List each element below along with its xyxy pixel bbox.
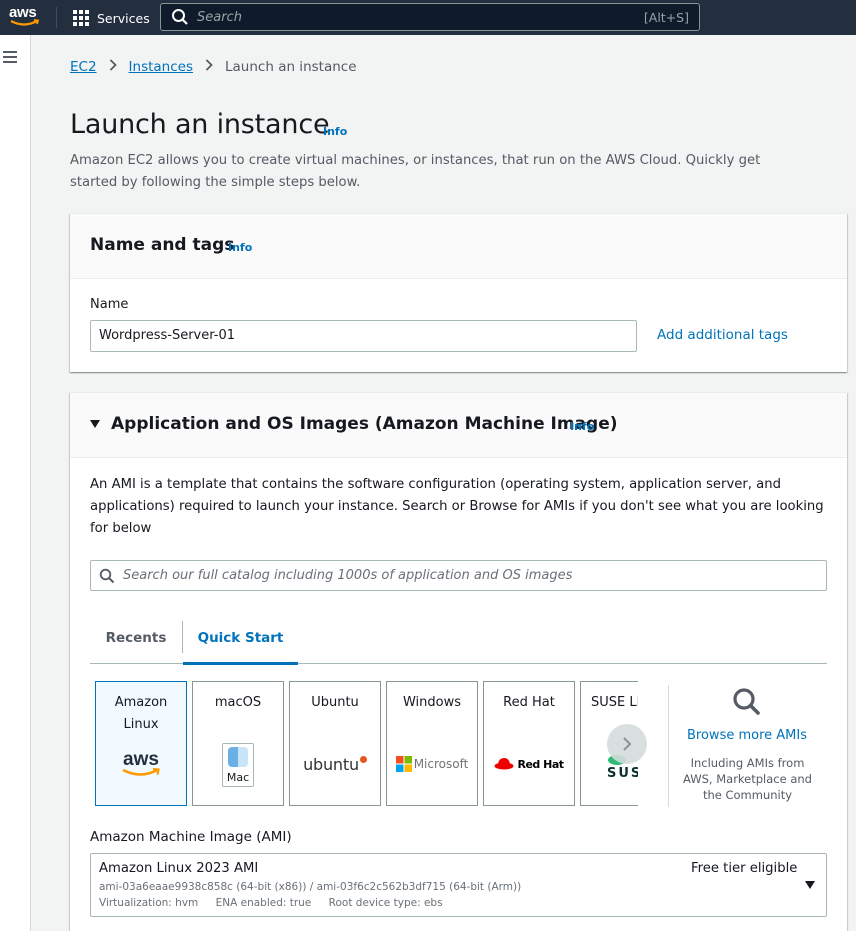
- tile-name: SUSE Li: [591, 695, 638, 710]
- tile-name: macOS: [214, 695, 262, 710]
- ami-root-device: Root device type: ebs: [328, 897, 443, 909]
- breadcrumb-current: Launch an instance: [225, 59, 357, 75]
- redhat-logo-icon: Red Hat: [484, 744, 574, 784]
- chevron-right-icon: [623, 737, 632, 751]
- chevron-right-icon: [205, 59, 213, 75]
- ami-panel: Application and OS Images (Amazon Machin…: [70, 392, 847, 931]
- microsoft-logo-icon: Microsoft: [387, 744, 477, 784]
- name-and-tags-info-link[interactable]: Info: [228, 241, 252, 254]
- caret-down-icon[interactable]: [90, 420, 100, 428]
- search-shortcut: [Alt+S]: [643, 9, 689, 25]
- chevron-right-icon: [109, 59, 117, 75]
- search-placeholder: Search: [197, 9, 242, 25]
- breadcrumb-instances[interactable]: Instances: [129, 59, 193, 75]
- suse-logo-text: SUS: [607, 766, 638, 781]
- menu-icon[interactable]: [3, 51, 17, 63]
- grid-icon: [73, 10, 89, 26]
- aws-logo-icon: aws: [96, 744, 186, 784]
- tile-name: Amazon Linux: [114, 695, 168, 732]
- name-label: Name: [90, 297, 129, 312]
- ami-tabs: Recents Quick Start: [90, 619, 827, 665]
- ami-virtualization: Virtualization: hvm: [99, 897, 199, 909]
- top-navigation: aws Services Search [Alt+S]: [0, 0, 856, 35]
- ami-panel-title: Application and OS Images (Amazon Machin…: [111, 414, 618, 434]
- ami-tile-ubuntu[interactable]: Ubuntu ubuntu: [289, 681, 381, 806]
- breadcrumb-ec2[interactable]: EC2: [70, 59, 97, 75]
- tab-recents[interactable]: Recents: [90, 619, 182, 664]
- selected-ami-ids: ami-03a6eaae9938c858c (64-bit (x86)) / a…: [99, 881, 522, 893]
- services-menu-button[interactable]: Services: [73, 8, 150, 28]
- browse-divider: [668, 685, 669, 807]
- tab-quick-start[interactable]: Quick Start: [183, 619, 298, 665]
- name-and-tags-header: Name and tags Info: [70, 214, 847, 279]
- aws-smile-icon: [10, 19, 40, 26]
- breadcrumb: EC2 Instances Launch an instance: [70, 59, 357, 75]
- selected-ami-name: Amazon Linux 2023 AMI: [99, 861, 259, 876]
- name-input[interactable]: Wordpress-Server-01: [90, 320, 637, 352]
- search-icon: [172, 9, 188, 25]
- tile-name: Ubuntu: [311, 695, 359, 710]
- search-icon: [99, 568, 115, 583]
- search-icon: [733, 688, 760, 715]
- selected-ami-meta: Virtualization: hvm ENA enabled: true Ro…: [99, 897, 457, 909]
- ami-tile-windows[interactable]: Windows Microsoft: [386, 681, 478, 806]
- ami-tile-amazon-linux[interactable]: Amazon Linux aws: [95, 681, 187, 806]
- page-title: Launch an instance: [70, 109, 330, 140]
- ubuntu-logo-text: ubuntu: [303, 754, 359, 774]
- free-tier-badge: Free tier eligible: [691, 861, 798, 876]
- ami-search-input[interactable]: Search our full catalog including 1000s …: [90, 560, 827, 591]
- carousel-next-button[interactable]: [607, 724, 647, 764]
- ami-tile-carousel: Amazon Linux aws macOS Mac Ubuntu ubuntu…: [95, 681, 638, 806]
- mac-logo-icon: Mac: [193, 743, 283, 787]
- tile-name: Windows: [402, 695, 462, 710]
- side-navigation-rail: [0, 35, 31, 931]
- mac-logo-text: Mac: [226, 771, 250, 784]
- redhat-logo-text: Red Hat: [517, 757, 564, 771]
- browse-more-amis-link[interactable]: Browse more AMIs: [667, 728, 827, 743]
- global-search-input[interactable]: Search [Alt+S]: [160, 3, 700, 31]
- ami-tile-macos[interactable]: macOS Mac: [192, 681, 284, 806]
- page-info-link[interactable]: Info: [323, 125, 347, 138]
- ubuntu-logo-icon: ubuntu: [290, 744, 380, 784]
- aws-logo[interactable]: aws: [9, 4, 41, 30]
- services-label: Services: [97, 10, 150, 26]
- add-additional-tags-link[interactable]: Add additional tags: [657, 327, 788, 343]
- ami-description: An AMI is a template that contains the s…: [90, 477, 824, 536]
- name-and-tags-panel: Name and tags Info Name Wordpress-Server…: [70, 213, 847, 372]
- ami-search-placeholder: Search our full catalog including 1000s …: [123, 568, 573, 583]
- ami-select-dropdown[interactable]: Amazon Linux 2023 AMI ami-03a6eaae9938c8…: [90, 853, 827, 917]
- tile-name: Red Hat: [503, 695, 555, 710]
- browse-more-amis-subtext: Including AMIs from AWS, Marketplace and…: [683, 756, 812, 802]
- ami-ena: ENA enabled: true: [215, 897, 312, 909]
- ami-info-link[interactable]: Info: [570, 420, 594, 433]
- ami-panel-header[interactable]: Application and OS Images (Amazon Machin…: [70, 393, 847, 458]
- page-description: Amazon EC2 allows you to create virtual …: [70, 153, 761, 190]
- name-and-tags-title: Name and tags: [90, 235, 235, 255]
- microsoft-logo-text: Microsoft: [413, 757, 469, 771]
- ami-tile-red-hat[interactable]: Red Hat Red Hat: [483, 681, 575, 806]
- caret-down-icon: [805, 881, 815, 889]
- ami-select-label: Amazon Machine Image (AMI): [90, 829, 292, 845]
- nav-divider: [56, 7, 57, 28]
